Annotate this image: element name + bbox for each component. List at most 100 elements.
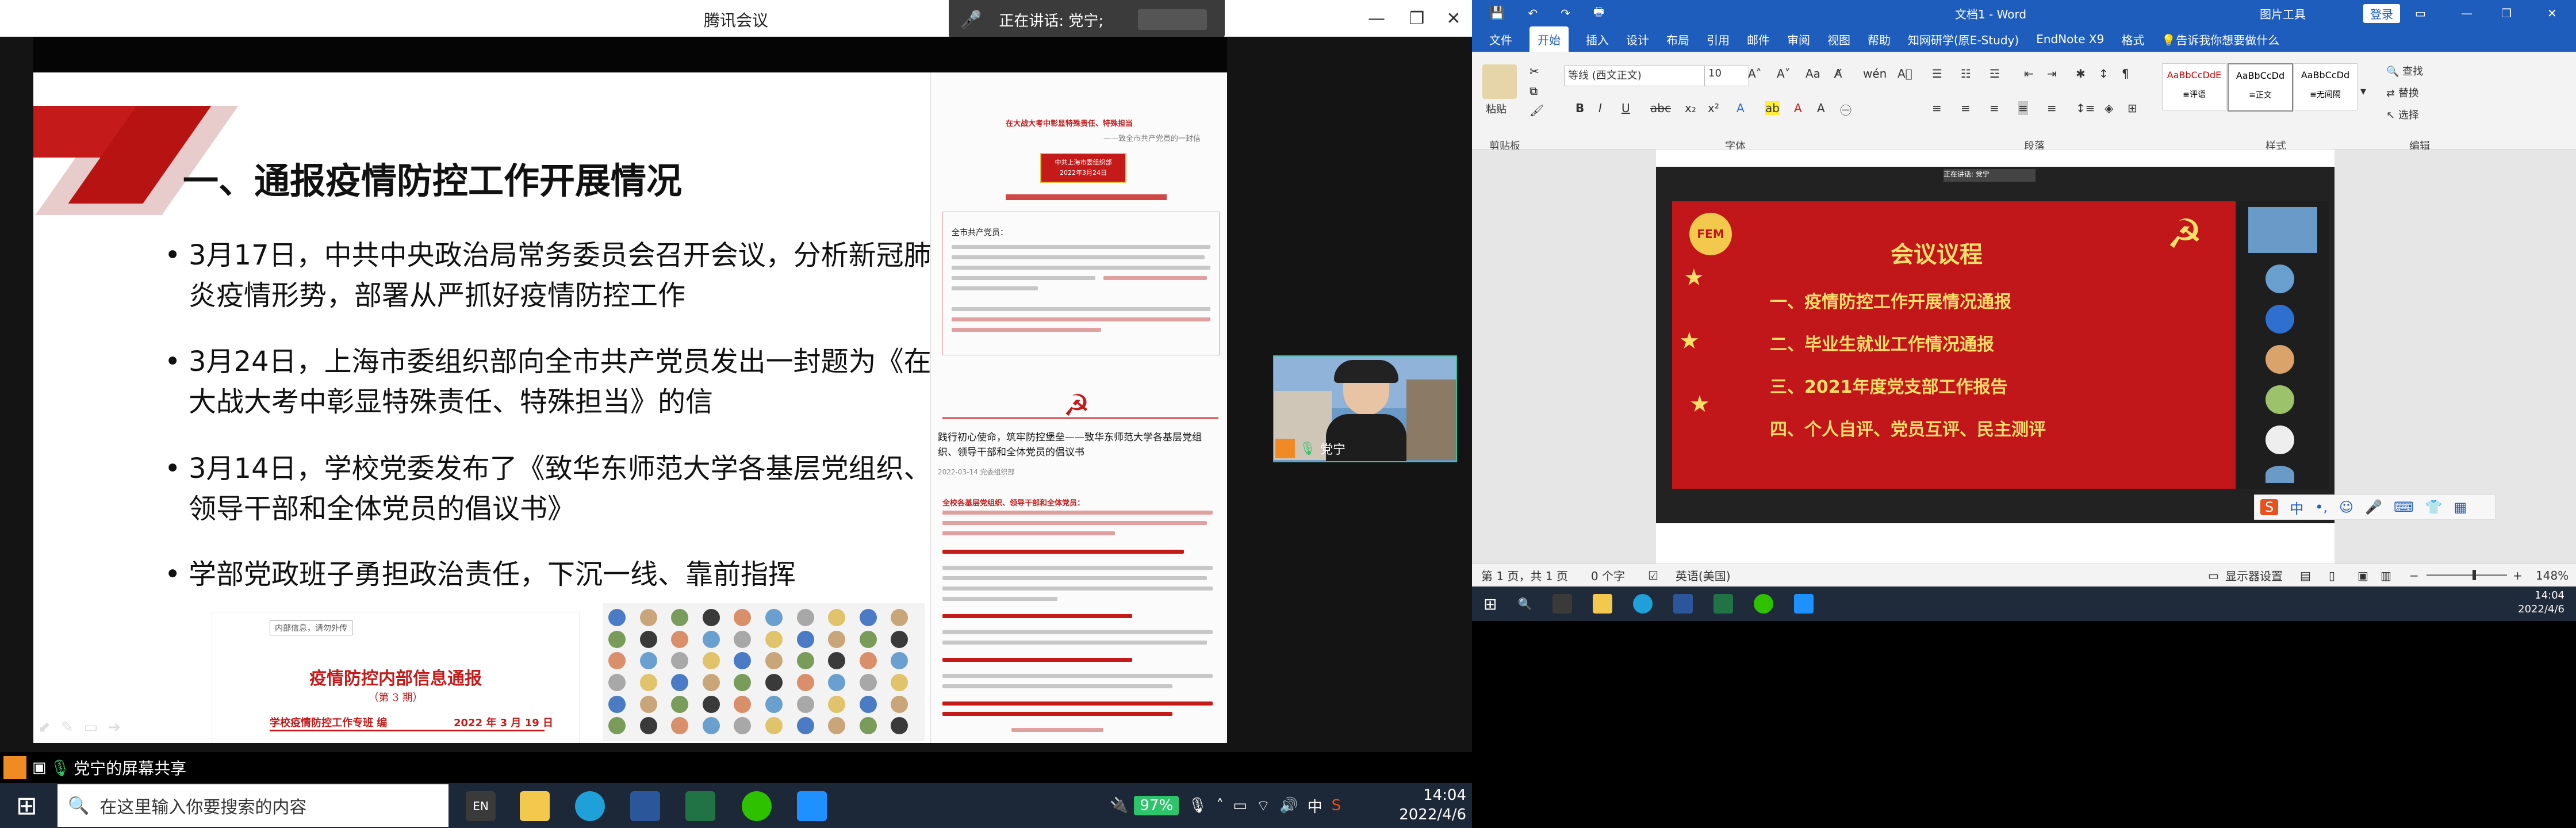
login-button[interactable]: 登录 xyxy=(2363,3,2400,23)
search-input[interactable]: 在这里输入你要搜索的内容 xyxy=(99,793,306,818)
tab-home[interactable]: 开始 xyxy=(1529,26,1569,52)
ribbon-options-icon[interactable]: ▭ xyxy=(2415,6,2426,20)
edge-icon[interactable] xyxy=(575,791,605,821)
slides-overview-icon[interactable]: ▭ xyxy=(84,719,98,736)
cut-icon[interactable]: ✂ xyxy=(1529,64,1539,78)
maximize-button[interactable]: ❐ xyxy=(1401,5,1433,32)
char-shading-icon[interactable]: A xyxy=(1817,101,1825,115)
align-right-icon[interactable]: ≡ xyxy=(1989,101,1999,115)
mic-icon[interactable]: 🎙 xyxy=(1188,797,1207,814)
word-icon[interactable] xyxy=(1673,594,1693,614)
bold-button[interactable]: B xyxy=(1575,101,1584,115)
styles-more-icon[interactable]: ▾ xyxy=(2360,84,2366,98)
maximize-button[interactable]: ❐ xyxy=(2501,6,2512,20)
font-name-select[interactable]: 等线 (西文正文) xyxy=(1564,66,1710,86)
decrease-indent-icon[interactable]: ⇤ xyxy=(2024,67,2034,80)
select-button[interactable]: ↖ 选择 xyxy=(2386,107,2419,122)
format-painter-icon[interactable]: 🖌 xyxy=(1529,103,1544,117)
distributed-icon[interactable]: ≡ xyxy=(2047,101,2057,115)
windows-start-icon[interactable]: ⊞ xyxy=(1483,595,1497,614)
prev-slide-icon[interactable]: ⬋ xyxy=(38,719,51,736)
print-layout-icon[interactable]: ▣ xyxy=(2358,569,2368,582)
status-page[interactable]: 第 1 页，共 1 页 xyxy=(1481,567,1568,584)
zoom-level[interactable]: 148% xyxy=(2536,569,2569,582)
line-spacing-icon[interactable]: ↕≡ xyxy=(2076,101,2095,115)
excel-icon[interactable] xyxy=(1713,594,1734,614)
zoom-out-icon[interactable]: − xyxy=(2409,569,2419,582)
display-settings[interactable]: 显示器设置 xyxy=(2225,567,2283,584)
excel-icon[interactable] xyxy=(685,791,715,821)
style-normal[interactable]: AaBbCcDd ≡正文 xyxy=(2228,63,2293,112)
volume-icon[interactable]: 🔊 xyxy=(1279,797,1298,814)
pasted-screenshot[interactable]: 正在讲话: 党宁 FEM ☭ 会议议程 一、疫情防控工作开展情况通报 二、毕业生… xyxy=(1656,167,2334,523)
windows-start-icon[interactable]: ⊞ xyxy=(16,791,37,821)
tell-me-search[interactable]: 💡告诉我你想要做什么 xyxy=(2161,31,2279,48)
tab-references[interactable]: 引用 xyxy=(1707,31,1730,48)
sogou-icon[interactable]: S xyxy=(1332,797,1341,814)
chinese-mode-icon[interactable]: 中 xyxy=(2290,497,2303,518)
tab-endnote[interactable]: EndNote X9 xyxy=(2036,32,2104,46)
wechat-icon[interactable] xyxy=(1754,594,1774,614)
multilevel-list-icon[interactable]: ☲ xyxy=(1989,67,2000,80)
sort-icon[interactable]: ↕ xyxy=(2099,67,2109,80)
status-language[interactable]: 英语(美国) xyxy=(1676,567,1731,584)
sogou-icon[interactable]: S xyxy=(2260,499,2279,515)
font-size-select[interactable]: 10 xyxy=(1704,66,1749,86)
print-icon[interactable]: 🖶 xyxy=(1593,3,1604,23)
tencent-meeting-icon[interactable] xyxy=(797,791,827,821)
enclose-char-icon[interactable]: ㊀ xyxy=(1840,101,1851,118)
tab-layout[interactable]: 布局 xyxy=(1666,31,1689,48)
minimize-button[interactable]: — xyxy=(1360,5,1393,32)
wechat-icon[interactable] xyxy=(742,791,772,821)
document-page[interactable]: 正在讲话: 党宁 FEM ☭ 会议议程 一、疫情防控工作开展情况通报 二、毕业生… xyxy=(1656,150,2496,564)
close-button[interactable]: ✕ xyxy=(2547,6,2557,20)
numbering-icon[interactable]: ☷ xyxy=(1961,67,1971,80)
proofing-icon[interactable]: ☑ xyxy=(1648,569,1658,582)
superscript-button[interactable]: x² xyxy=(1708,101,1719,115)
ime-toolbar[interactable]: S 中 •, ☺ 🎤 ⌨ 👕 ▦ xyxy=(2254,494,2496,520)
char-border-icon[interactable]: A⃞ xyxy=(1897,67,1912,80)
taskbar-app-icon[interactable] xyxy=(1552,594,1573,614)
shading-icon[interactable]: ◈ xyxy=(2104,101,2113,115)
replace-button[interactable]: ⇄ 替换 xyxy=(2386,85,2419,100)
text-effects-icon[interactable]: A xyxy=(1736,101,1745,115)
change-case-icon[interactable]: Aa xyxy=(1805,67,1820,80)
find-button[interactable]: 🔍 查找 xyxy=(2386,63,2423,78)
battery-indicator[interactable]: 97% xyxy=(1134,796,1179,815)
show-marks-icon[interactable]: ¶ xyxy=(2122,67,2129,80)
style-no-spacing[interactable]: AaBbCcDd ≡无间隔 xyxy=(2293,63,2358,110)
explorer-icon[interactable] xyxy=(1593,594,1613,614)
ime-icon[interactable]: 中 xyxy=(1308,795,1322,816)
chevron-up-icon[interactable]: ˄ xyxy=(1216,797,1224,814)
keyboard-icon[interactable]: ⌨ xyxy=(2394,499,2414,515)
paste-button[interactable]: 粘贴 xyxy=(1486,101,1506,116)
word-icon[interactable] xyxy=(630,791,660,821)
paste-icon[interactable] xyxy=(1482,64,1517,99)
punctuation-icon[interactable]: •, xyxy=(2315,499,2328,515)
clear-format-icon[interactable]: A̸ xyxy=(1834,67,1842,80)
search-icon[interactable]: 🔍 xyxy=(1517,597,1532,611)
web-layout-icon[interactable]: ▥ xyxy=(2380,569,2391,582)
tab-estudy[interactable]: 知网研学(原E-Study) xyxy=(1908,31,2019,48)
align-center-icon[interactable]: ≡ xyxy=(1961,101,1971,115)
close-button[interactable]: ✕ xyxy=(1438,5,1470,32)
tab-mailings[interactable]: 邮件 xyxy=(1747,31,1770,48)
focus-icon[interactable]: ▤ xyxy=(2300,569,2311,582)
next-slide-icon[interactable]: ➔ xyxy=(108,719,121,736)
increase-indent-icon[interactable]: ⇥ xyxy=(2047,67,2057,80)
taskbar-search[interactable]: 🔍 在这里输入你要搜索的内容 xyxy=(57,784,448,827)
zoom-slider[interactable] xyxy=(2426,574,2507,576)
tencent-meeting-icon[interactable] xyxy=(1794,594,1814,614)
taskbar-clock[interactable]: 14:04 2022/4/6 xyxy=(1380,785,1466,825)
bullets-icon[interactable]: ☰ xyxy=(1932,67,1942,80)
toolbox-icon[interactable]: ▦ xyxy=(2454,499,2467,515)
minimize-button[interactable]: — xyxy=(2461,6,2472,20)
edge-icon[interactable] xyxy=(1633,594,1653,614)
highlight-icon[interactable]: ab xyxy=(1765,101,1780,115)
skin-icon[interactable]: 👕 xyxy=(2425,499,2443,515)
zoom-slider-thumb[interactable] xyxy=(2472,570,2476,580)
tab-file[interactable]: 文件 xyxy=(1489,31,1512,48)
zoom-in-icon[interactable]: + xyxy=(2513,569,2523,582)
tab-help[interactable]: 帮助 xyxy=(1868,31,1891,48)
copy-icon[interactable]: ⧉ xyxy=(1529,84,1538,98)
